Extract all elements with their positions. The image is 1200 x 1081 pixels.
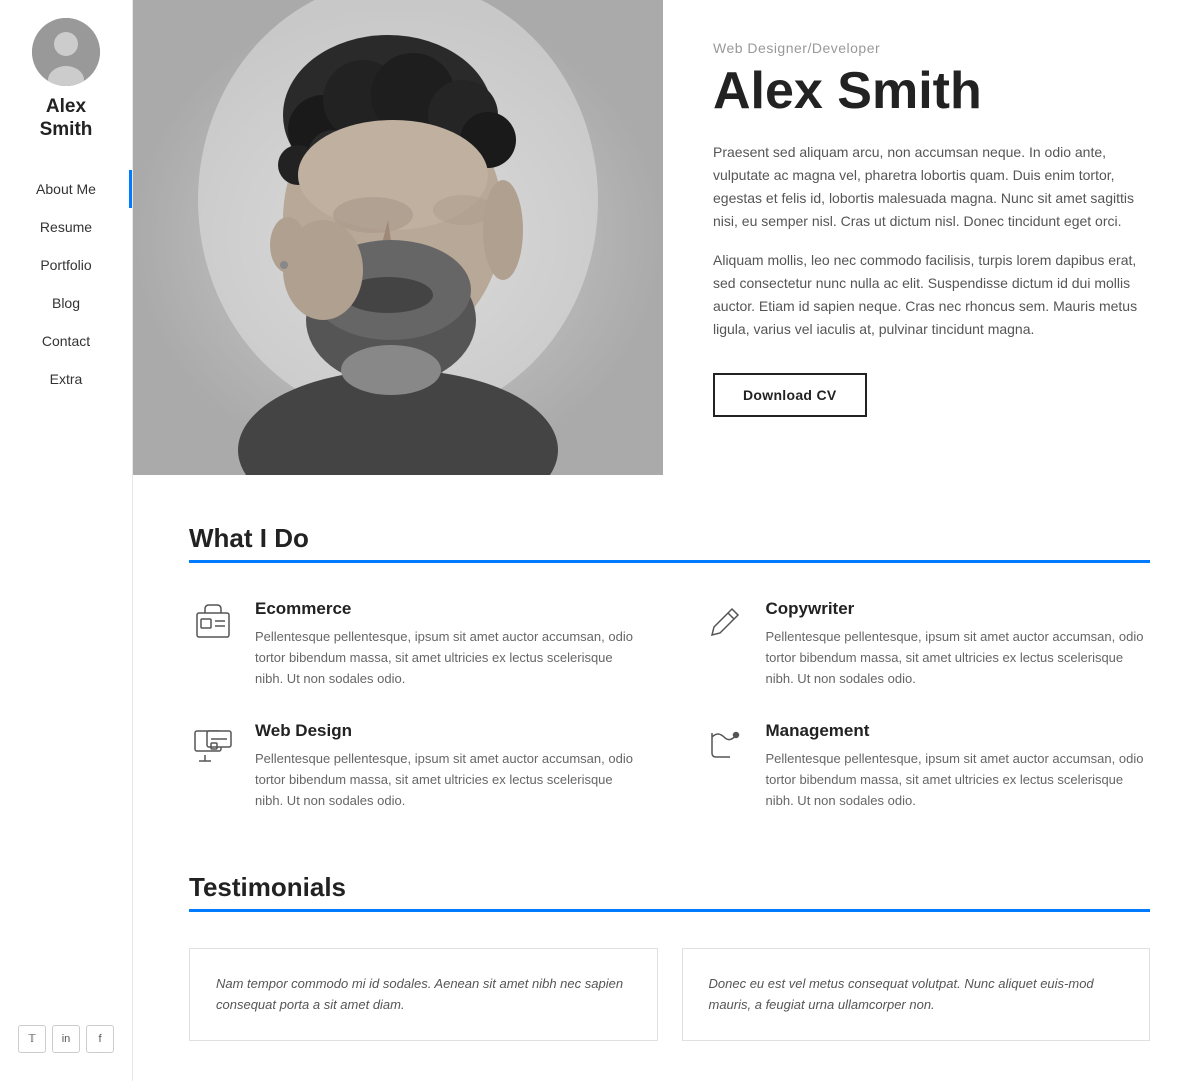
hero-title: Alex Smith bbox=[713, 64, 1160, 119]
sidebar-item-resume[interactable]: Resume bbox=[0, 208, 132, 246]
service-webdesign: Web Design Pellentesque pellentesque, ip… bbox=[189, 721, 640, 811]
service-copywriter-desc: Pellentesque pellentesque, ipsum sit ame… bbox=[766, 627, 1151, 689]
ecommerce-icon bbox=[189, 599, 237, 647]
sidebar-item-portfolio[interactable]: Portfolio bbox=[0, 246, 132, 284]
service-management-title: Management bbox=[766, 721, 1151, 741]
service-copywriter-title: Copywriter bbox=[766, 599, 1151, 619]
hero-image bbox=[133, 0, 663, 475]
service-management-desc: Pellentesque pellentesque, ipsum sit ame… bbox=[766, 749, 1151, 811]
testimonials-underline bbox=[189, 909, 1150, 912]
hero-section: Web Designer/Developer Alex Smith Praese… bbox=[133, 0, 1200, 475]
sidebar: AlexSmith About Me Resume Portfolio Blog… bbox=[0, 0, 133, 1081]
testimonial-2: Donec eu est vel metus consequat volutpa… bbox=[682, 948, 1151, 1041]
service-webdesign-title: Web Design bbox=[255, 721, 640, 741]
testimonials-section: Testimonials Nam tempor commodo mi id so… bbox=[133, 852, 1200, 1081]
download-cv-button[interactable]: Download CV bbox=[713, 373, 867, 417]
service-copywriter: Copywriter Pellentesque pellentesque, ip… bbox=[700, 599, 1151, 689]
linkedin-icon[interactable]: in bbox=[52, 1025, 80, 1053]
service-ecommerce-desc: Pellentesque pellentesque, ipsum sit ame… bbox=[255, 627, 640, 689]
sidebar-item-about[interactable]: About Me bbox=[0, 170, 132, 208]
service-webdesign-text: Web Design Pellentesque pellentesque, ip… bbox=[255, 721, 640, 811]
management-icon bbox=[700, 721, 748, 769]
what-i-do-title: What I Do bbox=[189, 523, 309, 554]
services-grid: Ecommerce Pellentesque pellentesque, ips… bbox=[189, 599, 1150, 812]
testimonials-grid: Nam tempor commodo mi id sodales. Aenean… bbox=[189, 948, 1150, 1041]
social-icons: 𝕋 in f bbox=[18, 1025, 114, 1053]
what-i-do-underline bbox=[189, 560, 1150, 563]
avatar bbox=[32, 18, 100, 86]
testimonial-1: Nam tempor commodo mi id sodales. Aenean… bbox=[189, 948, 658, 1041]
sidebar-item-blog[interactable]: Blog bbox=[0, 284, 132, 322]
facebook-icon[interactable]: f bbox=[86, 1025, 114, 1053]
service-management-text: Management Pellentesque pellentesque, ip… bbox=[766, 721, 1151, 811]
service-copywriter-text: Copywriter Pellentesque pellentesque, ip… bbox=[766, 599, 1151, 689]
service-webdesign-desc: Pellentesque pellentesque, ipsum sit ame… bbox=[255, 749, 640, 811]
service-ecommerce-text: Ecommerce Pellentesque pellentesque, ips… bbox=[255, 599, 640, 689]
sidebar-item-extra[interactable]: Extra bbox=[0, 360, 132, 398]
testimonials-title: Testimonials bbox=[189, 872, 346, 903]
service-management: Management Pellentesque pellentesque, ip… bbox=[700, 721, 1151, 811]
hero-content: Web Designer/Developer Alex Smith Praese… bbox=[663, 0, 1200, 475]
main-content: Web Designer/Developer Alex Smith Praese… bbox=[133, 0, 1200, 1081]
service-ecommerce: Ecommerce Pellentesque pellentesque, ips… bbox=[189, 599, 640, 689]
hero-desc-1: Praesent sed aliquam arcu, non accumsan … bbox=[713, 141, 1160, 233]
sidebar-item-contact[interactable]: Contact bbox=[0, 322, 132, 360]
hero-desc-2: Aliquam mollis, leo nec commodo facilisi… bbox=[713, 249, 1160, 341]
what-i-do-section: What I Do Ecommerce Pellentesque pellent bbox=[133, 475, 1200, 852]
twitter-icon[interactable]: 𝕋 bbox=[18, 1025, 46, 1053]
webdesign-icon bbox=[189, 721, 237, 769]
sidebar-name: AlexSmith bbox=[40, 96, 93, 142]
hero-subtitle: Web Designer/Developer bbox=[713, 40, 1160, 56]
service-ecommerce-title: Ecommerce bbox=[255, 599, 640, 619]
copywriter-icon bbox=[700, 599, 748, 647]
